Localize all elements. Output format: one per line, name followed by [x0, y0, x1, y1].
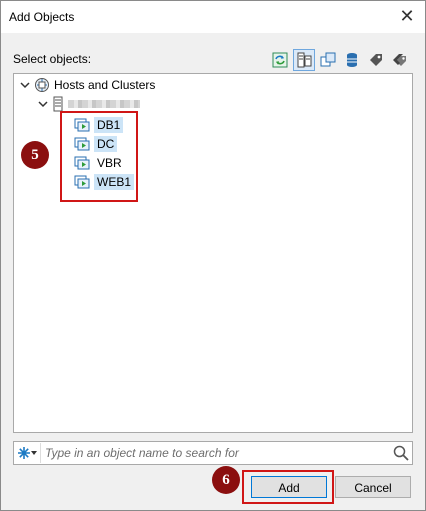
datastores-view-icon[interactable]	[341, 49, 363, 71]
add-objects-dialog: Add Objects ✕ Select objects: Hosts and …	[0, 0, 426, 511]
vms-and-templates-view-icon[interactable]	[317, 49, 339, 71]
add-button[interactable]: Add	[251, 476, 327, 498]
hosts-and-clusters-view-icon[interactable]	[293, 49, 315, 71]
refresh-icon[interactable]	[269, 49, 291, 71]
tree-node-hosts-and-clusters[interactable]: Hosts and Clusters	[20, 76, 155, 94]
tree-node-label: Hosts and Clusters	[54, 78, 156, 92]
redacted-host-name	[68, 100, 140, 108]
vcenter-icon	[35, 78, 49, 92]
search-input[interactable]	[41, 444, 390, 462]
search-bar	[13, 441, 413, 465]
step-6-badge: 6	[212, 466, 240, 494]
tag-icon[interactable]	[365, 49, 387, 71]
search-icon[interactable]	[390, 443, 412, 463]
server-icon	[53, 96, 63, 112]
search-scope-dropdown[interactable]	[14, 443, 41, 463]
step-5-badge: 5	[21, 141, 49, 169]
chevron-down-icon[interactable]	[20, 80, 30, 90]
dialog-title: Add Objects	[9, 10, 75, 24]
tags-icon[interactable]	[389, 49, 411, 71]
caret-down-icon	[30, 451, 37, 455]
asterisk-icon	[17, 447, 30, 459]
select-objects-label: Select objects:	[13, 52, 92, 66]
title-bar: Add Objects ✕	[1, 1, 425, 33]
chevron-down-icon[interactable]	[38, 99, 48, 109]
close-icon[interactable]: ✕	[397, 6, 417, 26]
cancel-button[interactable]: Cancel	[335, 476, 411, 498]
vm-selection-highlight	[60, 111, 138, 202]
view-toolbar	[269, 49, 411, 71]
